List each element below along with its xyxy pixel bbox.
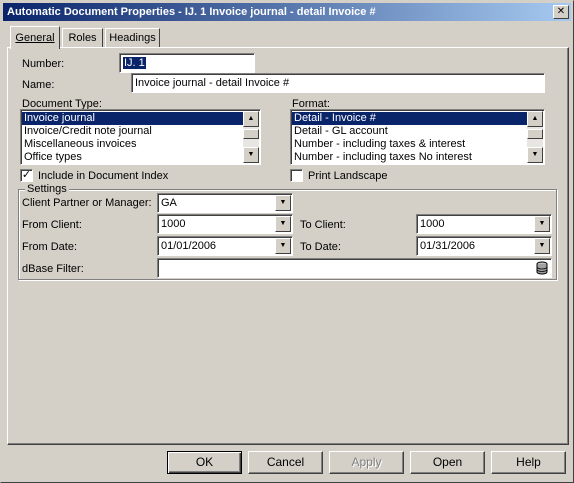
title-bar: Automatic Document Properties - IJ. 1 In… [3, 3, 571, 21]
dropdown-button[interactable]: ▼ [275, 238, 291, 254]
chevron-down-icon: ▼ [531, 151, 539, 158]
scroll-up-button[interactable]: ▲ [243, 111, 259, 127]
tab-general-label: General [15, 32, 55, 44]
scroll-thumb[interactable] [243, 129, 259, 139]
scroll-thumb[interactable] [527, 129, 543, 139]
dropdown-button[interactable]: ▼ [534, 238, 550, 254]
tab-general[interactable]: General [10, 26, 60, 49]
name-field[interactable]: Invoice journal - detail Invoice # [131, 73, 545, 93]
tab-headings[interactable]: Headings [105, 28, 160, 48]
format-scrollbar[interactable]: ▲ ▼ [527, 111, 543, 163]
format-item[interactable]: Detail - GL account [292, 125, 528, 138]
scroll-down-button[interactable]: ▼ [527, 147, 543, 163]
number-label: Number: [22, 58, 65, 70]
from-date-combo[interactable]: 01/01/2006 ▼ [157, 236, 293, 256]
from-date-label: From Date: [22, 241, 78, 253]
dbase-filter-label: dBase Filter: [22, 263, 84, 275]
checkmark-icon: ✓ [21, 169, 32, 181]
to-date-label: To Date: [300, 241, 341, 253]
close-button[interactable]: ✕ [553, 5, 569, 19]
include-in-index-checkbox[interactable]: ✓ [20, 169, 33, 182]
dialog-window: Automatic Document Properties - IJ. 1 In… [0, 0, 574, 483]
format-item[interactable]: Detail - Invoice # [292, 112, 528, 125]
name-label: Name: [22, 79, 55, 91]
to-client-value: 1000 [420, 218, 445, 230]
to-date-value: 01/31/2006 [420, 240, 476, 252]
to-date-combo[interactable]: 01/31/2006 ▼ [416, 236, 552, 256]
help-button[interactable]: Help [491, 451, 566, 474]
scroll-up-button[interactable]: ▲ [527, 111, 543, 127]
document-type-list[interactable]: Invoice journal Invoice/Credit note jour… [20, 109, 261, 165]
client-partner-label: Client Partner or Manager: [22, 197, 152, 209]
tab-headings-label: Headings [109, 32, 156, 44]
document-type-item[interactable]: Miscellaneous invoices [22, 138, 244, 151]
document-type-item[interactable]: Office types [22, 151, 244, 164]
number-field[interactable]: IJ. 1 [119, 53, 255, 73]
dropdown-button[interactable]: ▼ [534, 216, 550, 232]
settings-group-title: Settings [25, 183, 69, 195]
chevron-down-icon: ▼ [279, 199, 287, 206]
client-partner-combo[interactable]: GA ▼ [157, 193, 293, 213]
chevron-down-icon: ▼ [538, 220, 546, 227]
format-item[interactable]: Number - including taxes & interest [292, 138, 528, 151]
name-value: Invoice journal - detail Invoice # [135, 77, 290, 89]
document-type-item[interactable]: Invoice/Credit note journal [22, 125, 244, 138]
format-list[interactable]: Detail - Invoice # Detail - GL account N… [290, 109, 545, 165]
chevron-down-icon: ▼ [279, 220, 287, 227]
format-item[interactable]: Number - including taxes No interest [292, 151, 528, 164]
chevron-down-icon: ▼ [279, 242, 287, 249]
document-type-scrollbar[interactable]: ▲ ▼ [243, 111, 259, 163]
to-client-combo[interactable]: 1000 ▼ [416, 214, 552, 234]
open-button[interactable]: Open [410, 451, 485, 474]
ok-button[interactable]: OK [167, 451, 242, 474]
include-in-index-label[interactable]: Include in Document Index [38, 170, 168, 182]
from-client-combo[interactable]: 1000 ▼ [157, 214, 293, 234]
chevron-down-icon: ▼ [247, 151, 255, 158]
dropdown-button[interactable]: ▼ [275, 216, 291, 232]
window-title: Automatic Document Properties - IJ. 1 In… [7, 6, 376, 18]
tab-roles[interactable]: Roles [62, 28, 103, 48]
scroll-down-button[interactable]: ▼ [243, 147, 259, 163]
print-landscape-checkbox[interactable] [290, 169, 303, 182]
print-landscape-label[interactable]: Print Landscape [308, 170, 388, 182]
from-client-label: From Client: [22, 219, 82, 231]
database-icon[interactable] [535, 261, 549, 275]
tab-roles-label: Roles [68, 32, 97, 44]
dbase-filter-field[interactable] [157, 258, 552, 278]
number-value: IJ. 1 [123, 57, 146, 69]
chevron-up-icon: ▲ [247, 115, 255, 122]
to-client-label: To Client: [300, 219, 346, 231]
chevron-up-icon: ▲ [531, 115, 539, 122]
client-partner-value: GA [161, 197, 177, 209]
dropdown-button[interactable]: ▼ [275, 195, 291, 211]
document-type-item[interactable]: Invoice journal [22, 112, 244, 125]
from-date-value: 01/01/2006 [161, 240, 217, 252]
from-client-value: 1000 [161, 218, 186, 230]
close-icon: ✕ [556, 6, 566, 17]
chevron-down-icon: ▼ [538, 242, 546, 249]
apply-button[interactable]: Apply [329, 451, 404, 474]
cancel-button[interactable]: Cancel [248, 451, 323, 474]
